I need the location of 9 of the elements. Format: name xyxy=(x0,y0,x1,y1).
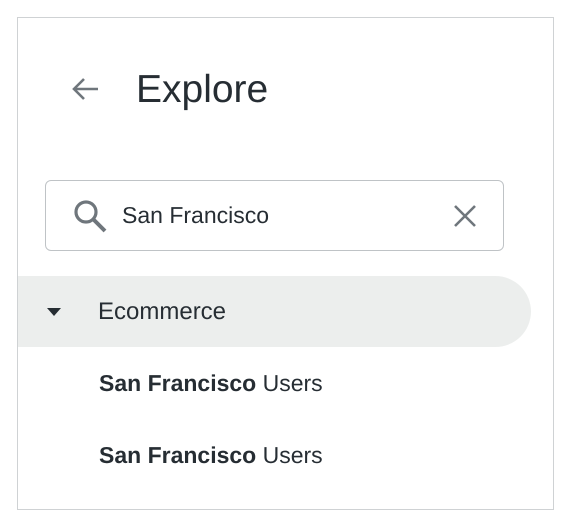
page-title: Explore xyxy=(136,70,268,108)
back-arrow-icon[interactable] xyxy=(70,76,100,102)
tree-item[interactable]: Ecommerce xyxy=(18,276,531,347)
search-field[interactable]: San Francisco xyxy=(45,180,504,251)
search-input[interactable]: San Francisco xyxy=(122,198,453,233)
tree-child-item[interactable]: San Francisco Users xyxy=(99,419,553,491)
clear-icon[interactable] xyxy=(453,204,477,228)
search-icon xyxy=(72,198,108,234)
tree-child-item[interactable]: San Francisco Users xyxy=(99,347,553,419)
